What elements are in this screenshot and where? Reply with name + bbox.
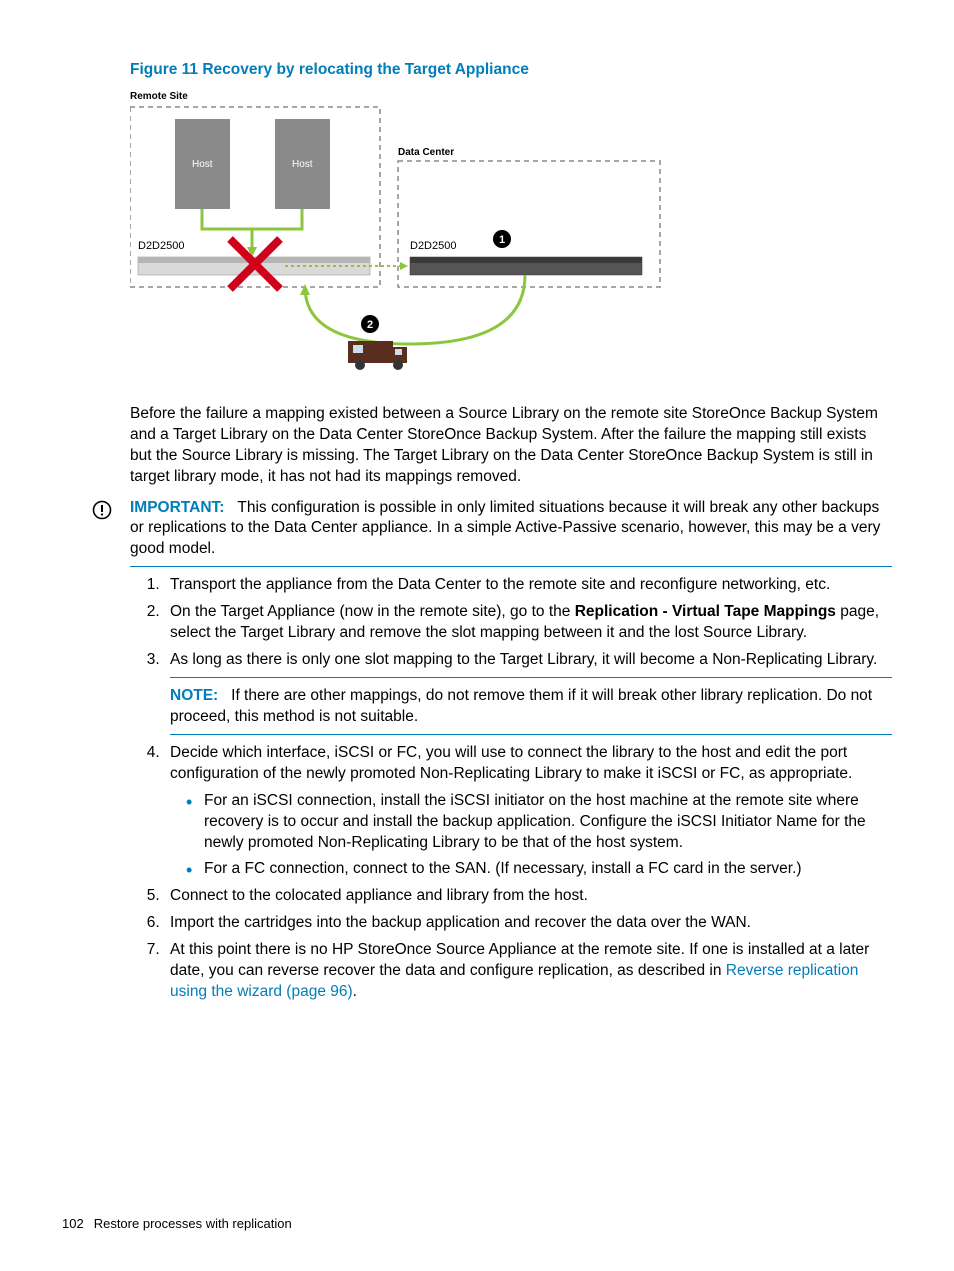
svg-text:1: 1 xyxy=(499,234,505,246)
d2d-right-label: D2D2500 xyxy=(410,240,456,252)
truck-icon xyxy=(348,341,407,370)
step-4-bullet-2: For a FC connection, connect to the SAN.… xyxy=(204,859,892,880)
intro-paragraph: Before the failure a mapping existed bet… xyxy=(130,404,892,488)
host-label-2: Host xyxy=(292,159,313,170)
divider xyxy=(170,677,892,678)
important-text: This configuration is possible in only l… xyxy=(130,499,880,558)
note-label: NOTE: xyxy=(170,687,218,704)
host-label-1: Host xyxy=(192,159,213,170)
remote-site-label: Remote Site xyxy=(130,91,188,102)
note-text: If there are other mappings, do not remo… xyxy=(170,687,872,725)
data-center-label: Data Center xyxy=(398,147,454,158)
divider xyxy=(130,566,892,567)
step-1: Transport the appliance from the Data Ce… xyxy=(164,575,892,596)
important-label: IMPORTANT: xyxy=(130,499,224,516)
svg-text:2: 2 xyxy=(367,319,373,331)
page-number: 102 xyxy=(62,1216,84,1231)
recovery-diagram: Remote Site Host Host D2D2500 Data Cente… xyxy=(130,89,892,386)
figure-title: Figure 11 Recovery by relocating the Tar… xyxy=(130,60,892,81)
step-7: At this point there is no HP StoreOnce S… xyxy=(164,940,892,1003)
step-4-bullet-1: For an iSCSI connection, install the iSC… xyxy=(204,791,892,854)
step-4: Decide which interface, iSCSI or FC, you… xyxy=(164,743,892,881)
footer-section: Restore processes with replication xyxy=(94,1216,292,1231)
steps-list: Transport the appliance from the Data Ce… xyxy=(130,575,892,1003)
important-note: IMPORTANT: This configuration is possibl… xyxy=(130,498,892,561)
divider xyxy=(170,734,892,735)
page-footer: 102 Restore processes with replication xyxy=(62,1215,292,1233)
step-2: On the Target Appliance (now in the remo… xyxy=(164,602,892,644)
step-3: As long as there is only one slot mappin… xyxy=(164,650,892,735)
step-5: Connect to the colocated appliance and l… xyxy=(164,886,892,907)
important-icon xyxy=(92,498,130,520)
step-6: Import the cartridges into the backup ap… xyxy=(164,913,892,934)
d2d-left-label: D2D2500 xyxy=(138,240,184,252)
